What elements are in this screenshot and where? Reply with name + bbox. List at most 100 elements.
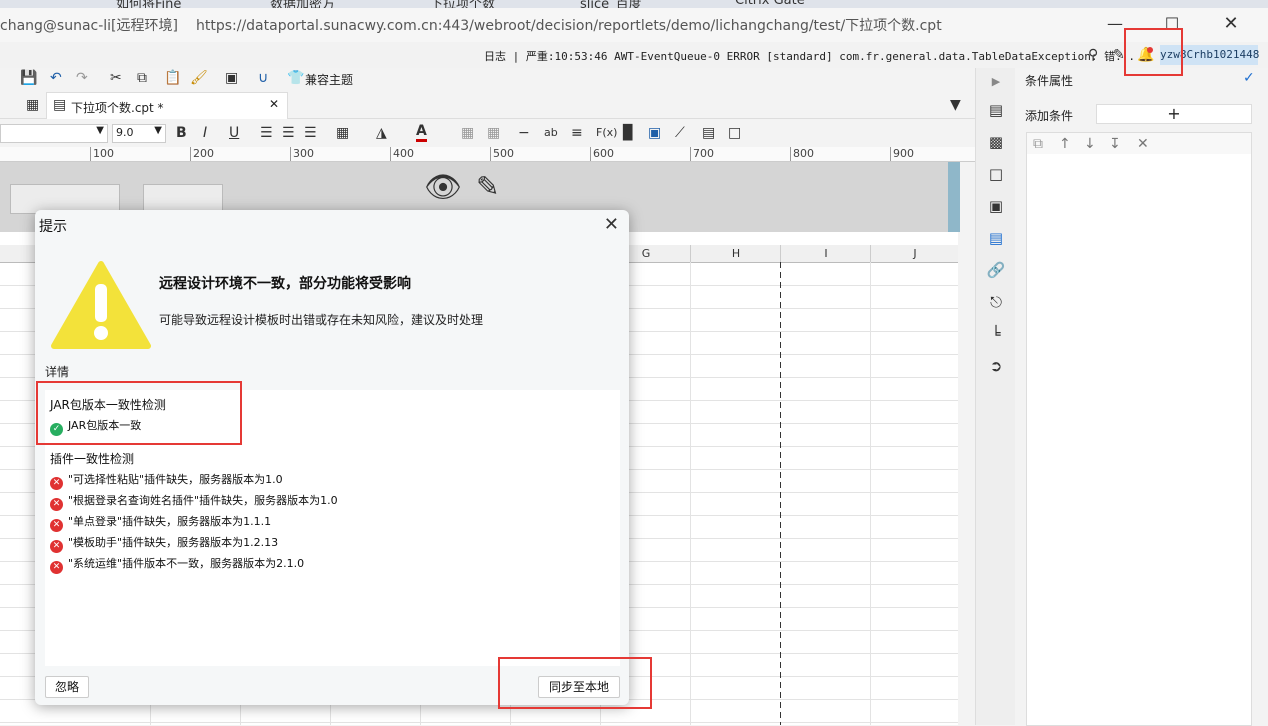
column-header[interactable]: I bbox=[780, 245, 871, 262]
paste-icon[interactable]: 📋 bbox=[164, 68, 181, 88]
save-icon[interactable]: 💾 bbox=[20, 68, 37, 88]
font-size-select[interactable]: 9.0 ▼ bbox=[112, 124, 166, 143]
ruler-tick: 600 bbox=[590, 147, 614, 161]
highlight-box-sync bbox=[498, 657, 652, 709]
unmerge-icon[interactable]: ▦ bbox=[487, 123, 500, 143]
widget-icon[interactable]: □ bbox=[986, 164, 1006, 184]
underline-icon[interactable]: U bbox=[229, 123, 239, 143]
font-color-icon[interactable]: A bbox=[416, 123, 427, 142]
eye-off-icon[interactable]: 👁 bbox=[424, 170, 462, 205]
copy-icon[interactable]: ⧉ bbox=[1033, 134, 1043, 154]
window-title: chang@sunac-li[远程环境] https://dataportal.s… bbox=[0, 15, 942, 35]
search-icon[interactable]: ⚲ bbox=[1088, 45, 1098, 65]
compatible-theme-button[interactable]: 兼容主题 bbox=[305, 71, 353, 88]
plugin-issue-text: "根据登录名查询姓名插件"插件缺失，服务器版本为1.0 bbox=[68, 494, 338, 507]
file-tab[interactable]: ▤ 下拉项个数.cpt * ✕ bbox=[46, 92, 288, 119]
param-scrollbar[interactable] bbox=[948, 162, 960, 232]
cell-property-icon[interactable]: ▤ bbox=[986, 100, 1006, 120]
tab-menu-icon[interactable]: ▼ bbox=[950, 95, 961, 115]
cut-icon[interactable]: ✂ bbox=[110, 68, 122, 88]
window-url: https://dataportal.sunacwy.com.cn:443/we… bbox=[195, 18, 942, 34]
column-header[interactable]: H bbox=[690, 245, 781, 262]
ruler-tick: 100 bbox=[90, 147, 114, 161]
paragraph-icon[interactable]: ≡ bbox=[571, 123, 583, 143]
condition-attribute-icon[interactable]: ▤ bbox=[986, 228, 1006, 248]
ruler-tick: 500 bbox=[490, 147, 514, 161]
grid-column-line bbox=[690, 262, 691, 725]
grid-icon[interactable]: ▦ bbox=[26, 95, 39, 115]
condition-list[interactable] bbox=[1026, 154, 1252, 726]
close-tab-icon[interactable]: ✕ bbox=[269, 97, 279, 111]
hyperlink-icon[interactable]: 🔗 bbox=[986, 260, 1006, 280]
collapse-arrow-icon[interactable]: ▶ bbox=[986, 72, 1006, 92]
browser-tab[interactable]: 数据加密方 bbox=[270, 0, 335, 8]
ruler-tick: 300 bbox=[290, 147, 314, 161]
align-right-icon[interactable]: ☰ bbox=[304, 123, 317, 143]
error-circle-icon: ✕ bbox=[50, 498, 63, 511]
details-label: 详情 bbox=[45, 365, 70, 379]
slash-icon[interactable]: ⟋ bbox=[675, 123, 685, 143]
warning-icon bbox=[51, 261, 151, 349]
text-ab-icon[interactable]: ab bbox=[544, 123, 558, 143]
image-icon[interactable]: ▣ bbox=[648, 123, 661, 143]
format-toolbar: ▼ 9.0 ▼ B I U ☰ ☰ ☰ ▦ ◮ A ▦ ▦ − ab ≡ F(x… bbox=[0, 119, 975, 148]
column-header[interactable]: J bbox=[870, 245, 959, 262]
dialog-heading: 远程设计环境不一致，部分功能将受影响 bbox=[159, 276, 411, 292]
align-center-icon[interactable]: ☰ bbox=[282, 123, 295, 143]
undo-icon[interactable]: ↶ bbox=[50, 68, 62, 88]
ignore-button[interactable]: 忽略 bbox=[45, 676, 89, 698]
error-circle-icon: ✕ bbox=[50, 540, 63, 553]
browser-tab[interactable]: slice_百度 bbox=[580, 0, 642, 8]
fill-color-icon[interactable]: ◮ bbox=[376, 123, 387, 143]
add-condition-button[interactable]: + bbox=[1096, 104, 1252, 124]
format-painter-icon[interactable]: 🖌 bbox=[190, 68, 208, 88]
highlight-box-jar bbox=[36, 381, 242, 445]
link-icon[interactable]: − bbox=[518, 123, 530, 143]
grid-row-line bbox=[0, 722, 958, 723]
magnet-icon[interactable]: ∪ bbox=[258, 68, 268, 88]
subreport-icon[interactable]: ▤ bbox=[702, 123, 715, 143]
style-icon[interactable]: ▩ bbox=[986, 132, 1006, 152]
move-bottom-icon[interactable]: ↧ bbox=[1109, 134, 1121, 154]
align-left-icon[interactable]: ☰ bbox=[260, 123, 273, 143]
pin-icon[interactable]: ✓ bbox=[1243, 70, 1255, 86]
close-icon[interactable]: ✕ bbox=[604, 214, 619, 235]
side-icon-bar: ▶ ▤ ▩ □ ▣ ▤ 🔗 ⎋ ╘ ➲ bbox=[975, 68, 1016, 725]
dropdown-widget-icon[interactable]: ▣ bbox=[986, 196, 1006, 216]
edit-doc-icon[interactable]: ✎ bbox=[1113, 45, 1125, 65]
plugin-issue-item: ✕ "模板助手"插件缺失，服务器版本为1.2.13 bbox=[50, 534, 278, 553]
log-message[interactable]: 日志 | 严重:10:53:46 AWT-EventQueue-0 ERROR … bbox=[484, 48, 1135, 64]
formula-icon[interactable]: F(x) bbox=[596, 123, 617, 143]
log-bar: 日志 | 严重:10:53:46 AWT-EventQueue-0 ERROR … bbox=[0, 42, 1268, 69]
export-icon[interactable]: ➲ bbox=[986, 356, 1006, 376]
cell-element-icon[interactable]: □ bbox=[728, 123, 741, 143]
data-icon[interactable]: ⎋ bbox=[986, 292, 1006, 312]
browser-tab[interactable]: Citrix Gate bbox=[735, 0, 805, 8]
tree-icon[interactable]: ╘ bbox=[986, 324, 1006, 344]
border-icon[interactable]: ▦ bbox=[336, 123, 349, 143]
delete-icon[interactable]: ✕ bbox=[1137, 134, 1149, 154]
ruler-tick: 800 bbox=[790, 147, 814, 161]
browser-tab[interactable]: 下拉项个数 bbox=[430, 0, 495, 8]
browser-tab[interactable]: 如何将Fine bbox=[116, 0, 181, 8]
add-condition-label: 添加条件 bbox=[1025, 109, 1074, 123]
error-circle-icon: ✕ bbox=[50, 477, 63, 490]
template-file-icon: ▤ bbox=[53, 97, 67, 113]
redo-icon[interactable]: ↷ bbox=[76, 68, 88, 88]
move-up-icon[interactable]: ↑ bbox=[1059, 134, 1071, 154]
theme-icon[interactable]: 👕 bbox=[287, 68, 304, 88]
bold-icon[interactable]: B bbox=[176, 123, 187, 143]
chart-icon[interactable]: ▉ bbox=[623, 123, 634, 143]
move-down-icon[interactable]: ↓ bbox=[1084, 134, 1096, 154]
italic-icon[interactable]: I bbox=[203, 123, 207, 143]
ruler-tick: 900 bbox=[890, 147, 914, 161]
plugin-issue-item: ✕ "根据登录名查询姓名插件"插件缺失，服务器版本为1.0 bbox=[50, 492, 338, 511]
copy-icon[interactable]: ⧉ bbox=[137, 68, 147, 88]
preview-icon[interactable]: ▣ bbox=[225, 68, 238, 88]
font-family-select[interactable]: ▼ bbox=[0, 124, 108, 143]
highlight-box-bell bbox=[1124, 28, 1183, 76]
close-window-icon[interactable]: ✕ bbox=[1216, 12, 1246, 36]
pencil-icon[interactable]: ✎ bbox=[476, 170, 499, 203]
plugin-issue-text: "单点登录"插件缺失，服务器版本为1.1.1 bbox=[68, 515, 272, 528]
merge-icon[interactable]: ▦ bbox=[461, 123, 474, 143]
